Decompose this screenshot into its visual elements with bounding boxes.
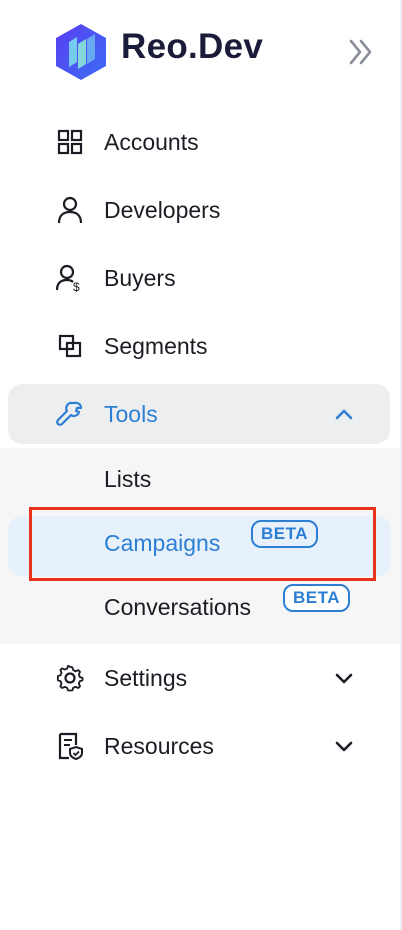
- user-dollar-icon: $: [56, 264, 84, 292]
- grid-icon: [56, 128, 84, 156]
- chevron-down-icon: [335, 741, 353, 752]
- segments-icon: [56, 332, 84, 360]
- nav-label-developers: Developers: [104, 196, 221, 223]
- wrench-icon: [56, 400, 84, 428]
- nav-item-accounts[interactable]: Accounts: [8, 112, 390, 172]
- nav-item-settings[interactable]: Settings: [8, 648, 390, 708]
- submenu-item-conversations[interactable]: Conversations BETA: [0, 580, 400, 640]
- nav-item-developers[interactable]: Developers: [8, 180, 390, 240]
- nav-label-buyers: Buyers: [104, 264, 176, 291]
- nav-label-accounts: Accounts: [104, 128, 199, 155]
- beta-badge: BETA: [251, 520, 319, 548]
- nav-item-segments[interactable]: Segments: [8, 316, 390, 376]
- chevron-up-icon: [335, 409, 353, 420]
- collapse-sidebar-icon[interactable]: [346, 36, 376, 68]
- chevron-down-icon: [335, 673, 353, 684]
- beta-badge: BETA: [283, 584, 351, 612]
- resources-icon: [56, 732, 84, 760]
- submenu-label-lists: Lists: [104, 466, 152, 492]
- submenu-label-campaigns: Campaigns: [104, 530, 221, 556]
- nav-item-resources[interactable]: Resources: [8, 716, 390, 776]
- nav-label-segments: Segments: [104, 332, 208, 359]
- submenu-label-conversations: Conversations: [104, 594, 252, 620]
- user-icon: [56, 196, 84, 224]
- nav-item-buyers[interactable]: $ Buyers: [8, 248, 390, 308]
- brand-name: Reo.Dev: [121, 27, 264, 66]
- nav-label-resources: Resources: [104, 732, 214, 759]
- submenu-item-campaigns[interactable]: Campaigns BETA: [8, 516, 391, 576]
- nav-label-settings: Settings: [104, 664, 188, 691]
- nav-label-tools: Tools: [104, 400, 158, 427]
- gear-icon: [56, 664, 84, 692]
- nav-item-tools[interactable]: Tools: [8, 384, 390, 444]
- submenu-item-lists[interactable]: Lists: [0, 452, 400, 512]
- svg-text:$: $: [73, 280, 80, 292]
- reo-logo-icon: [56, 24, 106, 80]
